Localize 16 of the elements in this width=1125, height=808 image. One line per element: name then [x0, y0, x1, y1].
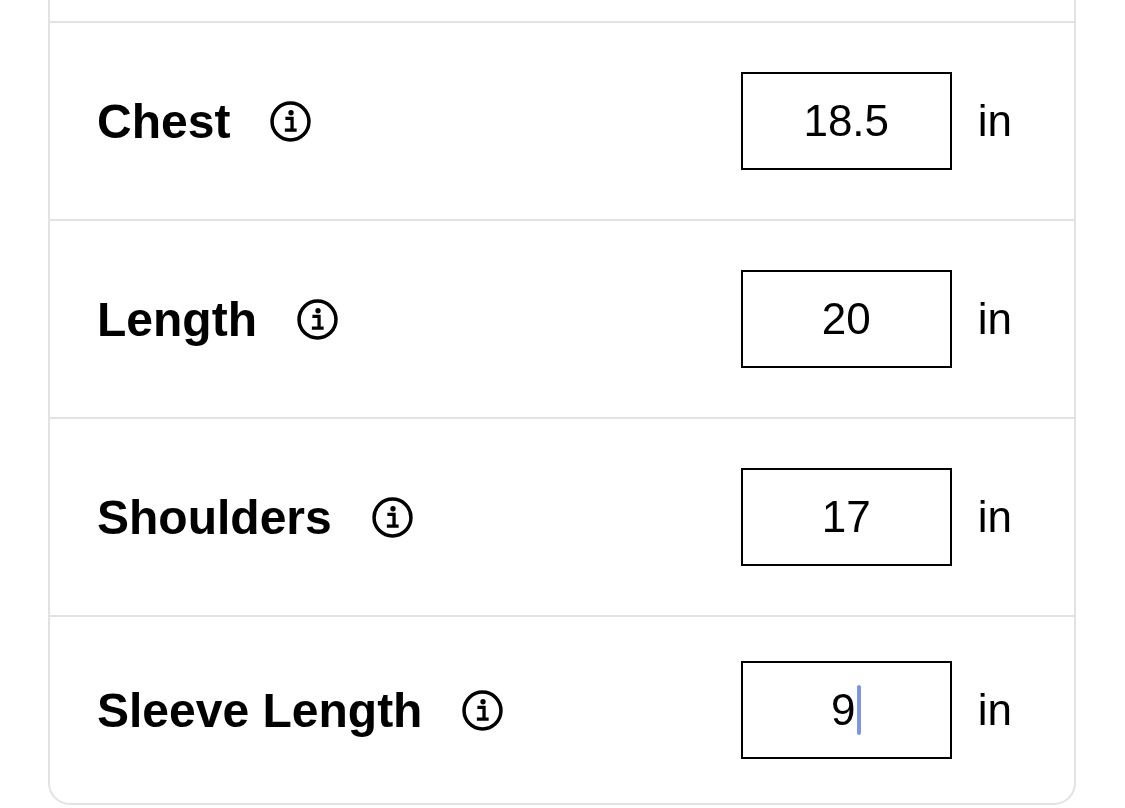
- measurement-label: Chest: [97, 93, 231, 149]
- unit-label: in: [977, 492, 1012, 542]
- measurement-label: Length: [97, 291, 257, 347]
- info-icon[interactable]: [296, 298, 338, 340]
- measurement-label: Shoulders: [97, 489, 332, 545]
- measurement-field[interactable]: 9: [740, 661, 952, 759]
- info-icon[interactable]: [270, 100, 312, 142]
- measurement-field[interactable]: 17: [740, 468, 952, 566]
- unit-label: in: [977, 685, 1012, 735]
- unit-label: in: [977, 294, 1012, 344]
- unit-label: in: [977, 96, 1012, 146]
- measurement-field[interactable]: 20: [740, 270, 952, 368]
- info-icon[interactable]: [371, 496, 413, 538]
- info-icon[interactable]: [462, 689, 504, 731]
- measurement-label: Sleeve Length: [97, 682, 423, 738]
- measurement-field[interactable]: 18.5: [740, 72, 952, 170]
